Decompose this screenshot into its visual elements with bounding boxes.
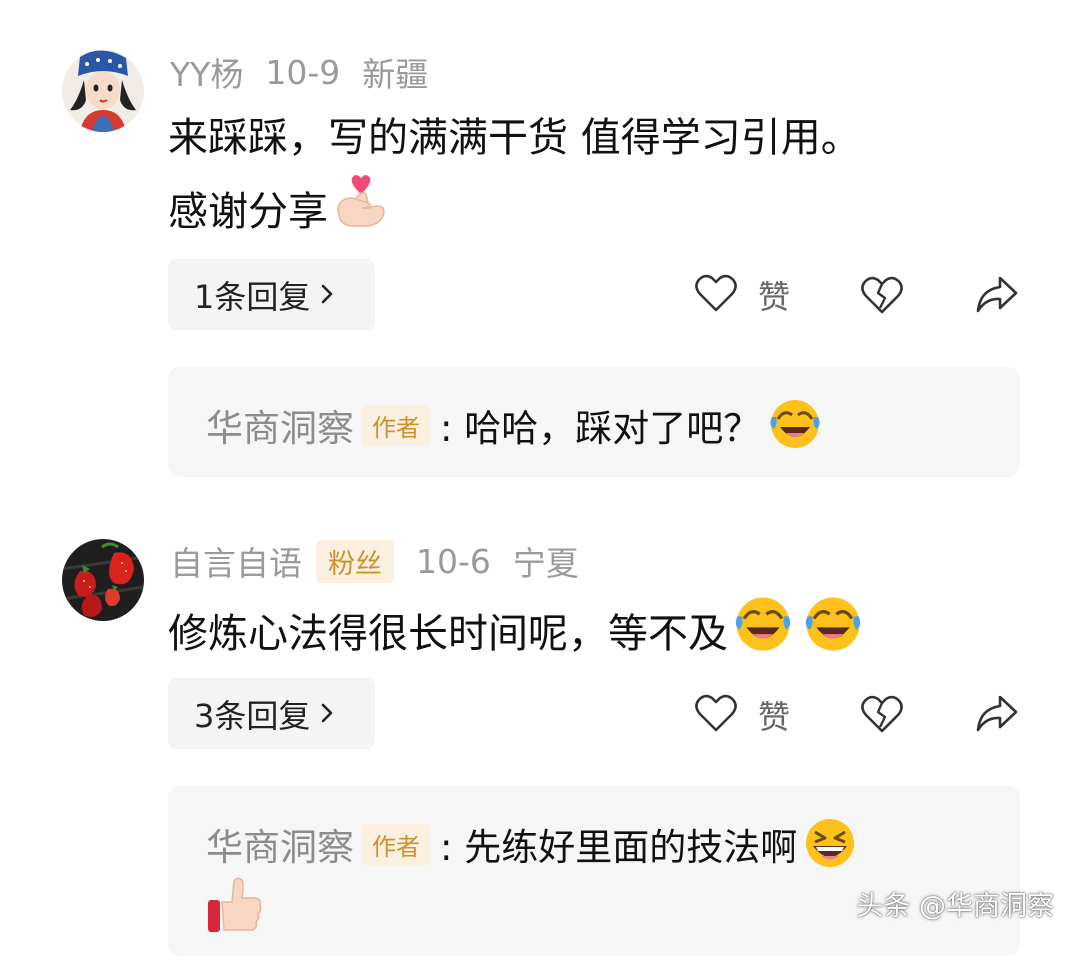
rolling-laughing-emoji-icon: [730, 592, 796, 675]
broken-heart-icon: [860, 693, 904, 739]
reply-text: : 先练好里面的技法啊: [440, 826, 798, 869]
comment-meta: 自言自语 粉丝 10-6 宁夏: [170, 538, 579, 584]
share-button[interactable]: [974, 274, 1020, 320]
like-button[interactable]: 赞: [694, 272, 790, 318]
author-badge: 作者: [362, 823, 430, 865]
user-avatar[interactable]: [62, 539, 144, 621]
comment-text-line: 来踩踩，写的满满干货 值得学习引用。: [168, 115, 861, 161]
username[interactable]: YY杨: [170, 48, 243, 96]
reply-text: : 哈哈，踩对了吧？: [440, 407, 761, 450]
comment-date: 10-9: [265, 52, 341, 92]
broken-heart-icon: [860, 274, 904, 320]
heart-icon: [694, 692, 738, 738]
chevron-right-icon: [318, 695, 336, 733]
author-badge: 作者: [362, 404, 430, 446]
comment-date: 10-6: [416, 541, 491, 581]
dislike-button[interactable]: [860, 274, 904, 320]
share-arrow-icon: [974, 274, 1020, 320]
author-reply-preview[interactable]: 华商洞察 作者 : 先练好里面的技法啊: [168, 786, 1020, 956]
thumbs-up-emoji-icon: [204, 874, 266, 940]
comment-text-line: 感谢分享: [168, 188, 328, 235]
comment-location: 宁夏: [512, 544, 579, 583]
chevron-right-icon: [318, 276, 336, 314]
reply-author[interactable]: 华商洞察: [206, 817, 354, 871]
like-button[interactable]: 赞: [694, 692, 790, 738]
rolling-laughing-emoji-icon: [766, 395, 824, 455]
comment-text: 来踩踩，写的满满干货 值得学习引用。 感谢分享: [168, 104, 861, 251]
rolling-laughing-emoji-icon: [800, 592, 866, 675]
author-reply-preview[interactable]: 华商洞察 作者 : 哈哈，踩对了吧？: [168, 367, 1020, 477]
reply-author[interactable]: 华商洞察: [206, 398, 354, 452]
view-replies-button[interactable]: 3条回复: [168, 678, 375, 749]
view-replies-label: 1条回复: [194, 277, 311, 316]
comment-text: 修炼心法得很长时间呢，等不及: [168, 592, 866, 675]
share-button[interactable]: [974, 693, 1020, 739]
share-arrow-icon: [974, 693, 1020, 739]
view-replies-label: 3条回复: [194, 696, 311, 735]
username[interactable]: 自言自语: [170, 537, 302, 585]
dislike-button[interactable]: [860, 693, 904, 739]
grinning-squinting-emoji-icon: [801, 814, 859, 874]
comment-text-line: 修炼心法得很长时间呢，等不及: [168, 610, 728, 657]
comment-location: 新疆: [362, 55, 429, 94]
view-replies-button[interactable]: 1条回复: [168, 259, 375, 330]
watermark: 头条 @华商洞察: [856, 891, 1054, 922]
comment-meta: YY杨 10-9 新疆: [170, 49, 428, 95]
finger-heart-emoji-icon: [332, 172, 390, 251]
heart-icon: [694, 272, 738, 318]
fan-badge: 粉丝: [316, 539, 394, 583]
user-avatar[interactable]: [62, 50, 144, 132]
like-label: 赞: [758, 698, 791, 736]
like-label: 赞: [758, 278, 791, 316]
